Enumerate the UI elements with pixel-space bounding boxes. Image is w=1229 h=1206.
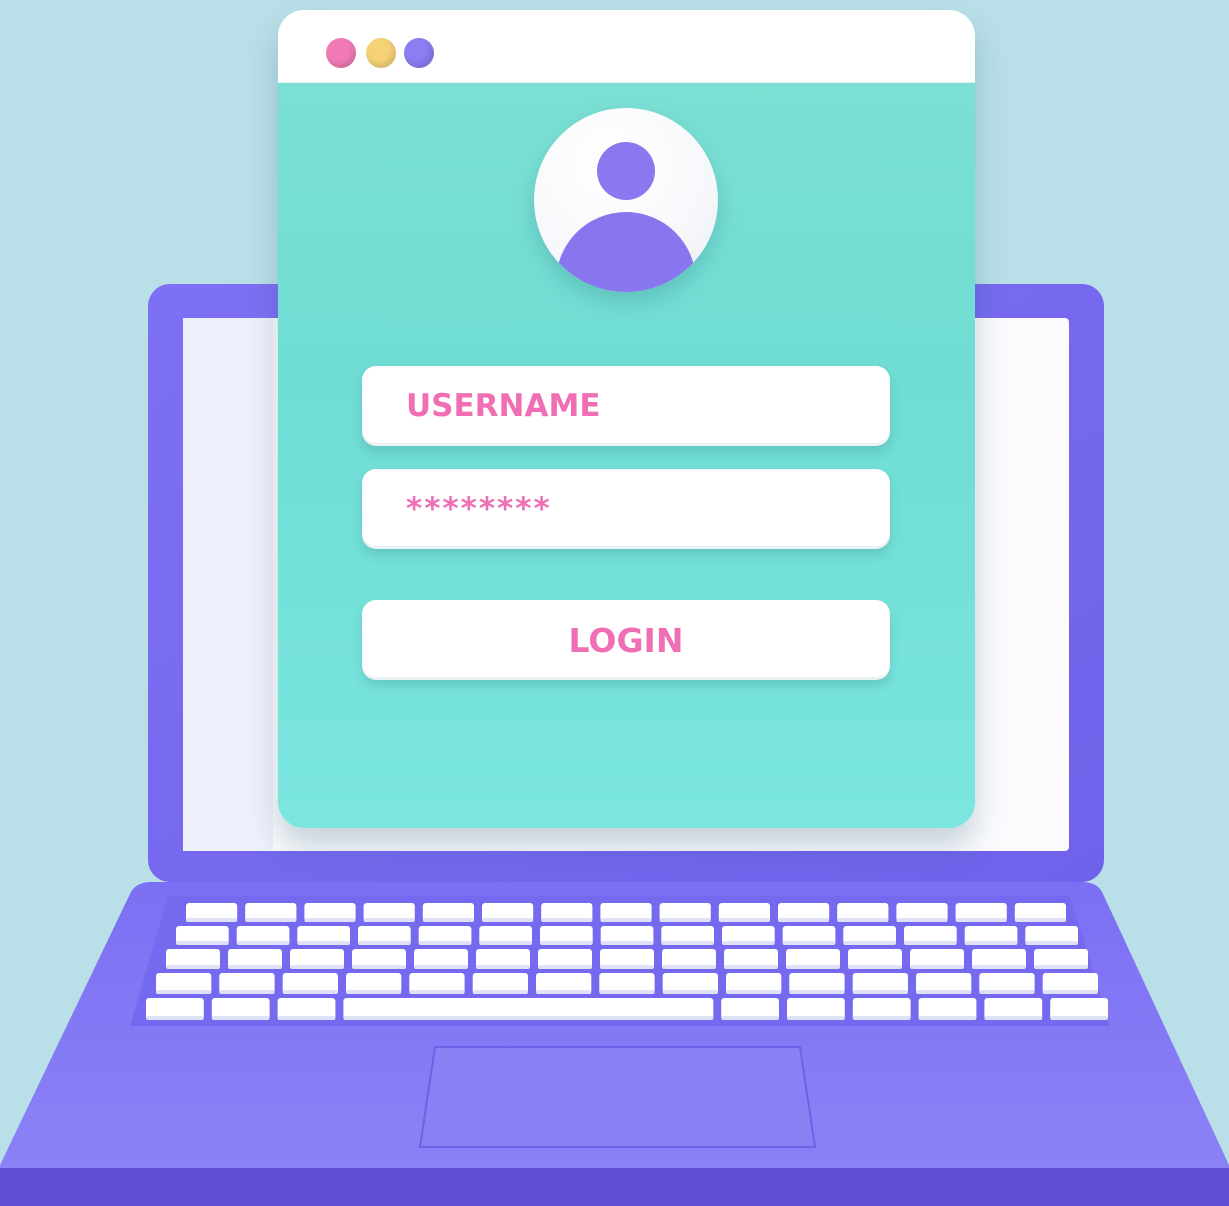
keyboard-key-shadow <box>852 1016 911 1020</box>
keyboard-key-shadow <box>409 990 465 994</box>
keyboard-key-shadow <box>176 941 229 945</box>
user-avatar-icon <box>534 108 718 292</box>
keyboard-key-shadow <box>297 941 350 945</box>
keyboard-key-shadow <box>414 965 468 969</box>
keyboard-key-shadow <box>984 1016 1043 1020</box>
keyboard-key-shadow <box>662 965 716 969</box>
keyboard-key-shadow <box>662 990 718 994</box>
keyboard-key-shadow <box>599 990 655 994</box>
keyboard-key-shadow <box>290 965 344 969</box>
keyboard-key-shadow <box>896 918 948 922</box>
keyboard-key-shadow <box>146 1016 204 1020</box>
keyboard-key-shadow <box>1034 965 1088 969</box>
keyboard-key-shadow <box>724 965 778 969</box>
keyboard-key-shadow <box>536 990 592 994</box>
keyboard-key-shadow <box>904 941 957 945</box>
keyboard-key-shadow <box>1025 941 1078 945</box>
keyboard-key-shadow <box>538 965 592 969</box>
keyboard-key-shadow <box>964 941 1018 945</box>
window-minimize-dot-icon[interactable] <box>366 38 396 68</box>
keyboard-key-shadow <box>659 918 711 922</box>
keyboard-key-shadow <box>418 941 472 945</box>
keyboard-key-shadow <box>787 1016 845 1020</box>
keyboard-key-shadow <box>782 941 836 945</box>
keyboard-key-shadow <box>600 941 654 945</box>
password-input[interactable] <box>362 469 890 549</box>
keyboard-key-shadow <box>352 965 406 969</box>
keyboard-key-shadow <box>972 965 1026 969</box>
keyboard-key-shadow <box>789 990 845 994</box>
keyboard-key-shadow <box>979 990 1035 994</box>
keyboard-key-shadow <box>955 918 1007 922</box>
keyboard-key-shadow <box>718 918 770 922</box>
window-close-dot-icon[interactable] <box>326 38 356 68</box>
keyboard-key-shadow <box>304 918 356 922</box>
keyboard-key-shadow <box>600 918 652 922</box>
window-titlebar <box>278 10 975 83</box>
keyboard-key-shadow <box>358 941 411 945</box>
keyboard-key-shadow <box>721 1016 779 1020</box>
login-window: LOGIN <box>278 10 975 828</box>
keyboard-key-shadow <box>910 965 964 969</box>
keyboard-key-shadow <box>228 965 282 969</box>
keyboard-key-shadow <box>661 941 714 945</box>
keyboard-key-shadow <box>600 965 654 969</box>
keyboard-key-shadow <box>343 1016 714 1020</box>
keyboard-key-shadow <box>916 990 972 994</box>
keyboard-key-shadow <box>346 990 402 994</box>
keyboard-key-shadow <box>1050 1016 1108 1020</box>
keyboard-key-shadow <box>918 1016 977 1020</box>
avatar-head <box>597 142 655 200</box>
login-button[interactable]: LOGIN <box>362 600 890 680</box>
keyboard-key-shadow <box>245 918 297 922</box>
laptop-base-edge <box>0 1168 1229 1206</box>
keyboard-key-shadow <box>422 918 474 922</box>
keyboard-key-shadow <box>778 918 830 922</box>
keyboard-key-shadow <box>236 941 290 945</box>
avatar-body <box>556 212 696 292</box>
keyboard-key-shadow <box>540 941 593 945</box>
keyboard-key-shadow <box>786 965 840 969</box>
keyboard-key-shadow <box>476 965 530 969</box>
keyboard-key-shadow <box>363 918 415 922</box>
keyboard-key-shadow <box>837 918 889 922</box>
keyboard-key-shadow <box>479 941 532 945</box>
keyboard-key-shadow <box>843 941 896 945</box>
keyboard-key-shadow <box>186 918 238 922</box>
keyboard-key-shadow <box>166 965 220 969</box>
keyboard-key-shadow <box>482 918 534 922</box>
keyboard-key-shadow <box>211 1016 270 1020</box>
keyboard-key-shadow <box>282 990 338 994</box>
keyboard-key-shadow <box>156 990 212 994</box>
keyboard-key-shadow <box>1042 990 1098 994</box>
window-maximize-dot-icon[interactable] <box>404 38 434 68</box>
keyboard-key-shadow <box>541 918 593 922</box>
keyboard-key-shadow <box>1014 918 1066 922</box>
keyboard-key-shadow <box>219 990 275 994</box>
keyboard-key-shadow <box>848 965 902 969</box>
keyboard-key-shadow <box>722 941 775 945</box>
keyboard-key-shadow <box>726 990 782 994</box>
username-input[interactable] <box>362 366 890 446</box>
trackpad <box>418 1046 817 1148</box>
keyboard <box>146 903 1108 1020</box>
keyboard-key-shadow <box>277 1016 336 1020</box>
keyboard-key-shadow <box>852 990 908 994</box>
keyboard-key-shadow <box>472 990 528 994</box>
screen-shading <box>183 318 273 851</box>
